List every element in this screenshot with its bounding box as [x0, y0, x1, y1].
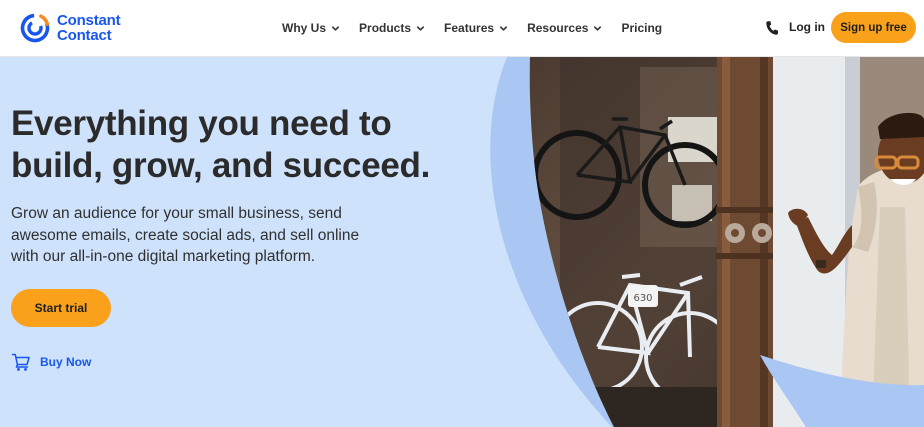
nav-item-label: Products: [359, 21, 412, 35]
hero-subtext: Grow an audience for your small business…: [11, 205, 360, 265]
nav-item-label: Why Us: [282, 21, 327, 35]
buy-now-label: Buy Now: [40, 355, 92, 369]
chevron-down-icon: [332, 25, 340, 31]
hero-section: 630 Everything you need to build, grow, …: [0, 57, 924, 427]
nav-item-pricing[interactable]: Pricing: [621, 20, 662, 36]
phone-icon[interactable]: [765, 20, 779, 36]
main-nav: Why Us Products Features Resources Prici…: [282, 20, 681, 36]
brand-name: Constant Contact: [57, 12, 121, 44]
hero-headline-line1: Everything you need to: [11, 104, 392, 143]
start-trial-button[interactable]: Start trial: [11, 289, 111, 327]
bike-tag-text: 630: [633, 293, 652, 304]
nav-item-label: Resources: [527, 21, 589, 35]
nav-item-features[interactable]: Features: [444, 20, 508, 36]
nav-item-label: Features: [444, 21, 495, 35]
nav-item-resources[interactable]: Resources: [527, 20, 602, 36]
signup-button[interactable]: Sign up free: [831, 12, 916, 43]
hero-headline-line2: build, grow, and succeed.: [11, 146, 431, 185]
brand-name-line1: Constant: [57, 12, 121, 29]
login-link[interactable]: Log in: [789, 20, 825, 34]
nav-item-why-us[interactable]: Why Us: [282, 20, 340, 36]
cart-icon: [11, 353, 30, 371]
site-header: Constant Contact Why Us Products Feature…: [0, 0, 924, 57]
chevron-down-icon: [500, 25, 508, 31]
brand-logo[interactable]: Constant Contact: [20, 12, 121, 44]
chevron-down-icon: [594, 25, 602, 31]
nav-item-label: Pricing: [621, 21, 663, 35]
buy-now-link[interactable]: Buy Now: [11, 352, 91, 372]
constant-contact-logo-icon: [20, 13, 50, 43]
chevron-down-icon: [417, 25, 425, 31]
nav-item-products[interactable]: Products: [359, 20, 425, 36]
brand-name-line2: Contact: [57, 27, 112, 44]
hero-headline: Everything you need to build, grow, and …: [11, 103, 511, 187]
